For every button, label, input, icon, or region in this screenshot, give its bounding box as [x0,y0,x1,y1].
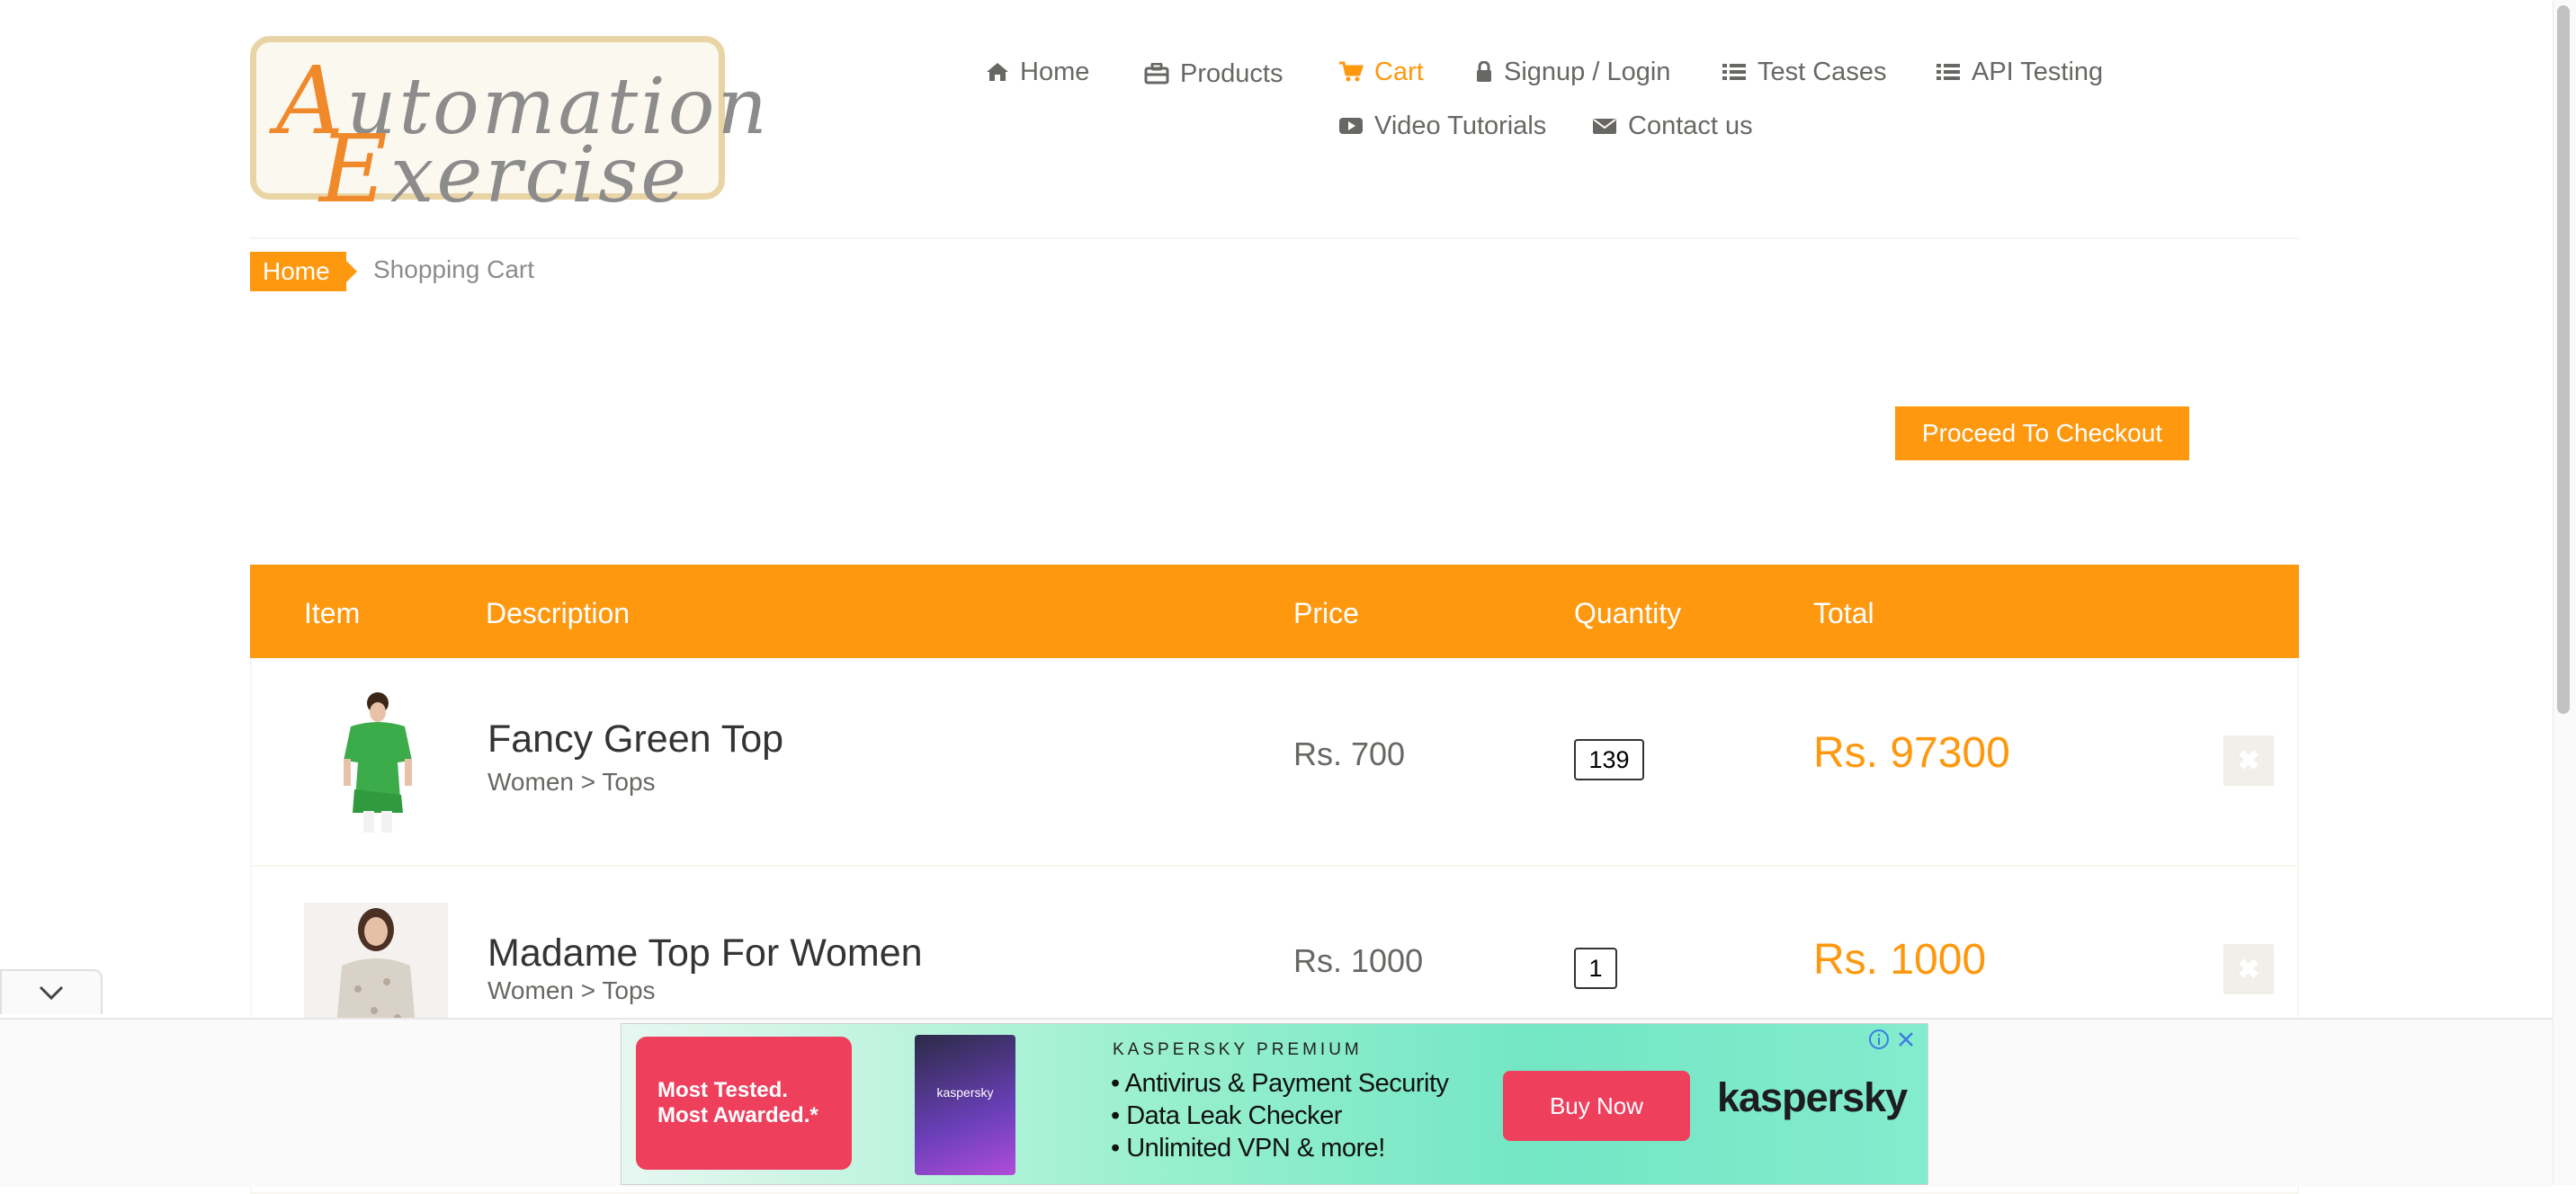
ad-tagline-1: Most Tested. [657,1078,788,1102]
cart-row: Madame Top For Women Women > Tops Rs. 10… [252,867,2297,1018]
box-brand: kaspersky [936,1085,994,1100]
nav-contact-us[interactable]: Contact us [1592,108,1753,144]
product-category: Women > Tops [487,768,656,796]
ad-brand-logo: kaspersky [1717,1074,1908,1120]
nav-cart-label: Cart [1374,57,1424,86]
nav-home-label: Home [1020,57,1090,86]
product-price: Rs. 1000 [1293,942,1424,979]
site-logo[interactable]: Automation Exercise [250,36,767,224]
advertisement[interactable]: Most Tested. Most Awarded.* kaspersky KA… [621,1023,1928,1185]
envelope-icon [1593,119,1616,134]
header-quantity: Quantity [1574,597,1682,629]
green-top-image [304,691,448,834]
header-total: Total [1813,597,1874,629]
ad-collapse-toggle[interactable] [0,969,103,1014]
close-icon: ✖ [2237,954,2260,985]
scrollbar-thumb[interactable] [2557,5,2570,714]
nav-contact-us-label: Contact us [1628,111,1753,140]
logo-line-2: Exercise [319,114,690,224]
nav-video-tutorials-label: Video Tutorials [1374,111,1547,140]
nav-products[interactable]: Products [1144,56,1283,92]
proceed-to-checkout-button[interactable]: Proceed To Checkout [1895,406,2189,460]
product-box-image: kaspersky [915,1035,1015,1175]
header-price: Price [1293,597,1359,629]
ad-controls [1868,1026,1922,1053]
nav-signup-login[interactable]: Signup / Login [1475,54,1670,90]
product-price: Rs. 700 [1293,735,1406,772]
home-icon [987,63,1008,81]
product-category: Women > Tops [487,976,656,1004]
breadcrumb-home[interactable]: Home [250,252,357,291]
nav-signup-login-label: Signup / Login [1504,57,1671,86]
briefcase-icon [1144,63,1169,85]
quantity-value: 1 [1574,948,1617,989]
ad-premium-label: KASPERSKY PREMIUM [1113,1040,1363,1059]
ad-tagline: Most Tested. Most Awarded.* [636,1037,852,1170]
delete-item-button[interactable]: ✖ [2223,944,2274,994]
madame-top-image [304,903,448,1018]
product-total: Rs. 97300 [1813,729,2010,777]
cart-row: Fancy Green Top Women > Tops Rs. 700 139… [252,660,2297,865]
close-icon: ✖ [2237,745,2260,776]
product-total: Rs. 1000 [1813,936,1987,984]
nav-api-testing[interactable]: API Testing [1936,54,2103,90]
chevron-down-icon [39,985,64,1001]
header-item: Item [304,597,361,629]
nav-test-cases-label: Test Cases [1758,57,1887,86]
info-icon[interactable] [1868,1029,1890,1050]
cart-table-header: Item Description Price Quantity Total [250,565,2299,658]
product-image[interactable] [304,903,448,1018]
ad-bullet: • Data Leak Checker [1111,1101,1342,1130]
product-image[interactable] [304,691,448,834]
ad-buy-now-button[interactable]: Buy Now [1503,1071,1690,1141]
product-name[interactable]: Madame Top For Women [487,931,923,976]
nav-cart[interactable]: Cart [1338,54,1424,90]
breadcrumb-current: Shopping Cart [373,255,535,283]
header-divider [250,237,2299,239]
ad-bullet: • Antivirus & Payment Security [1111,1069,1449,1098]
quantity-value: 139 [1574,739,1644,780]
nav-products-label: Products [1180,58,1284,88]
ad-tagline-2: Most Awarded.* [657,1103,818,1127]
list-icon [1936,64,1960,80]
lock-icon [1477,61,1491,82]
close-icon[interactable] [1895,1029,1917,1050]
youtube-icon [1339,118,1363,134]
nav-home[interactable]: Home [986,54,1089,90]
ad-bullet: • Unlimited VPN & more! [1111,1134,1385,1163]
nav-video-tutorials[interactable]: Video Tutorials [1338,108,1546,144]
header-description: Description [486,597,631,629]
delete-item-button[interactable]: ✖ [2223,735,2274,786]
cart-icon [1339,61,1364,82]
nav-api-testing-label: API Testing [1972,57,2104,86]
list-icon [1722,64,1746,80]
product-name[interactable]: Fancy Green Top [487,717,783,762]
nav-test-cases[interactable]: Test Cases [1722,54,1886,90]
